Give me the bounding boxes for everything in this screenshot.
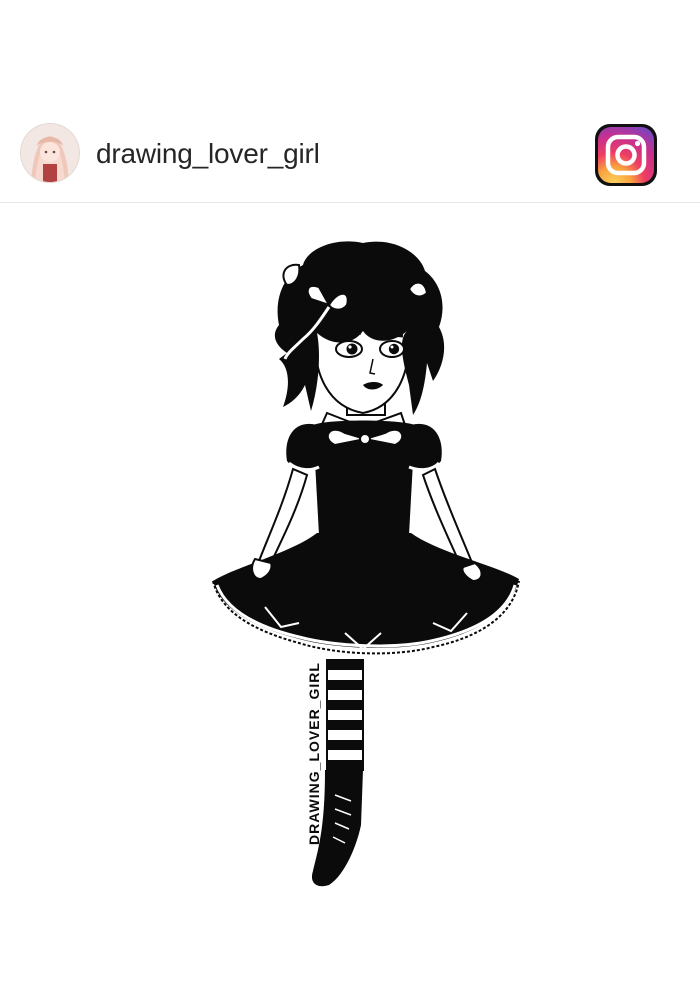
user-avatar-icon[interactable] (21, 124, 79, 182)
post-artwork: DRAWING_LOVER_GIRL (195, 235, 535, 900)
artwork-watermark: DRAWING_LOVER_GIRL (306, 662, 322, 845)
instagram-logo-icon[interactable] (593, 122, 659, 188)
post-username[interactable]: drawing_lover_girl (96, 137, 320, 171)
post-header: drawing_lover_girl (0, 105, 700, 203)
